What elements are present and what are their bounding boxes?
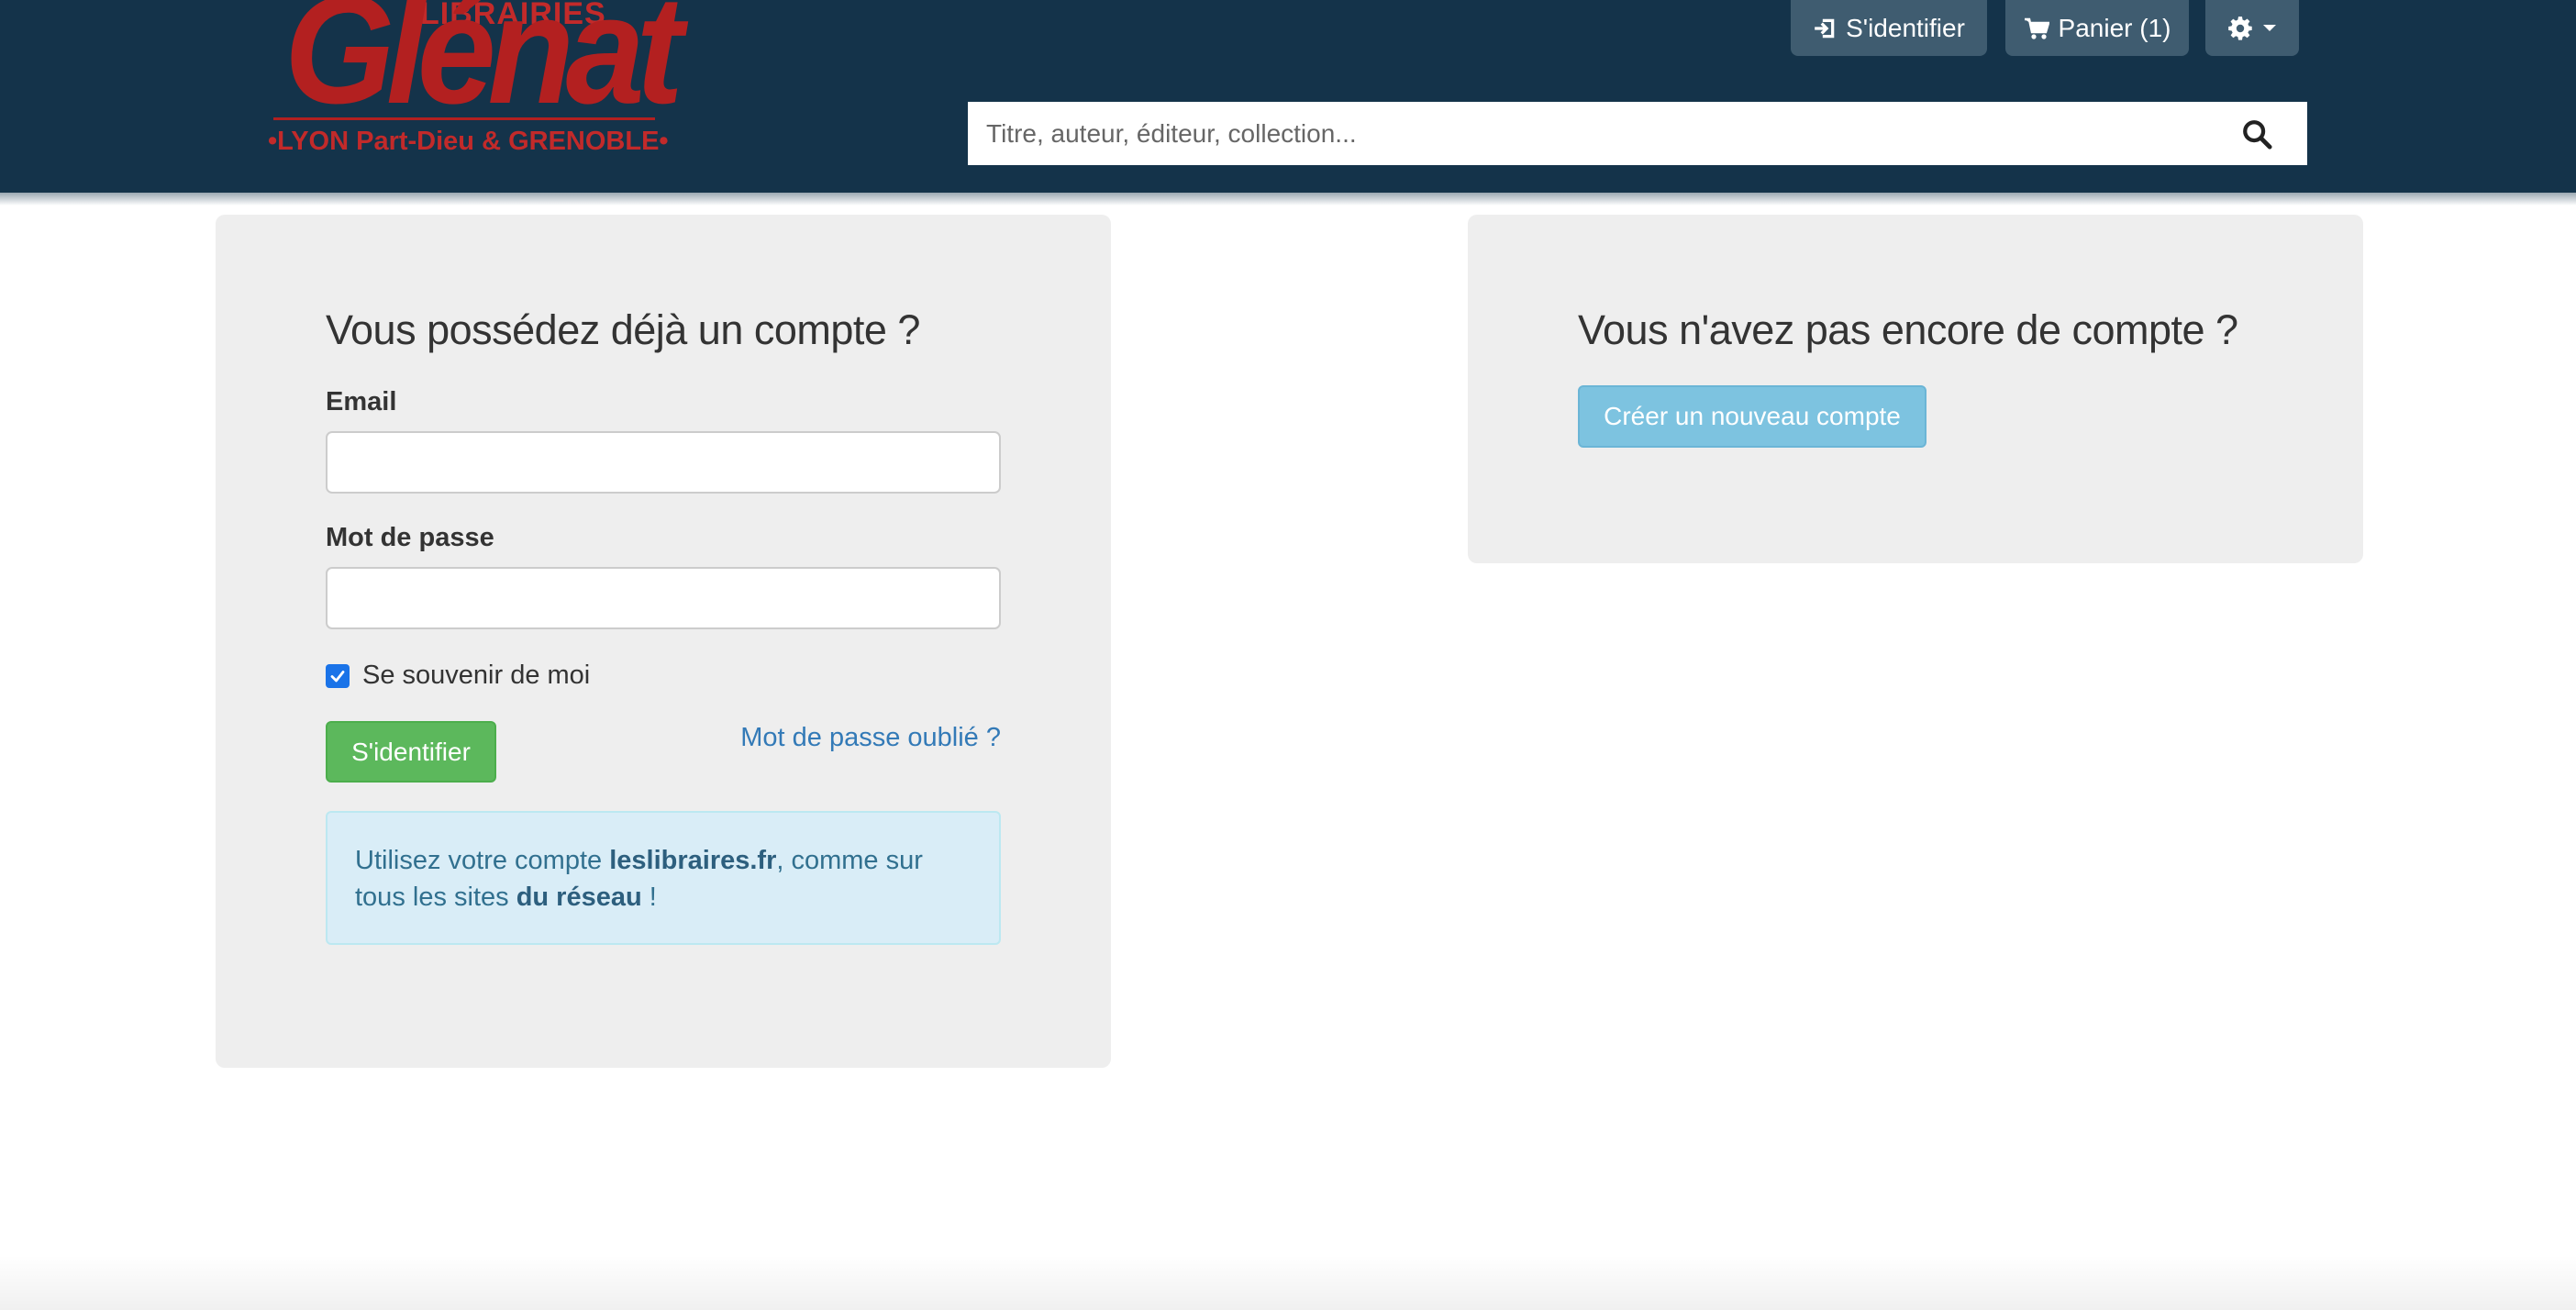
login-panel-title: Vous possédez déjà un compte ?	[326, 306, 920, 353]
logo-divider	[273, 117, 655, 120]
create-account-button[interactable]: Créer un nouveau compte	[1578, 385, 1926, 448]
header-shadow	[0, 189, 2576, 205]
remember-me-label: Se souvenir de moi	[362, 661, 591, 690]
info-text-3: !	[641, 883, 657, 912]
forgot-password-link[interactable]: Mot de passe oublié ?	[740, 723, 1001, 753]
gear-icon	[2228, 16, 2252, 40]
logo-subtitle: •LYON Part-Dieu & GRENOBLE•	[268, 127, 669, 156]
search-bar	[968, 102, 2307, 165]
cart-icon	[2024, 17, 2049, 39]
search-input[interactable]	[968, 105, 2197, 161]
site-logo[interactable]: LIBRAIRIES Glénat •LYON Part-Dieu & GREN…	[266, 0, 683, 163]
sign-in-icon	[1815, 18, 1835, 38]
header-cart-button[interactable]: Panier (1)	[2005, 0, 2189, 56]
footer-shadow	[0, 1255, 2576, 1310]
site-header: LIBRAIRIES Glénat •LYON Part-Dieu & GREN…	[0, 0, 2576, 193]
password-field[interactable]	[326, 567, 1001, 629]
login-submit-button[interactable]: S'identifier	[326, 721, 496, 783]
header-settings-button[interactable]	[2205, 0, 2299, 56]
password-label: Mot de passe	[326, 523, 494, 552]
info-text-1: Utilisez votre compte	[355, 846, 610, 875]
network-info-box: Utilisez votre compte leslibraires.fr, c…	[326, 811, 1001, 945]
register-panel-title: Vous n'avez pas encore de compte ?	[1578, 306, 2238, 353]
caret-down-icon	[2263, 24, 2276, 31]
remember-me: Se souvenir de moi	[326, 661, 590, 691]
email-field[interactable]	[326, 431, 1001, 494]
header-cart-label: Panier (1)	[2058, 13, 2171, 42]
header-login-label: S'identifier	[1846, 13, 1965, 42]
login-panel: Vous possédez déjà un compte ? Email Mot…	[216, 215, 1111, 1068]
info-network: du réseau	[516, 883, 642, 912]
logo-brand-text: Glénat	[284, 0, 683, 136]
search-icon[interactable]	[2241, 118, 2272, 150]
remember-me-checkbox[interactable]	[326, 663, 350, 688]
checkmark-icon	[330, 670, 345, 682]
header-login-button[interactable]: S'identifier	[1791, 0, 1987, 56]
info-site-name: leslibraires.fr	[609, 846, 777, 875]
email-label: Email	[326, 387, 397, 416]
register-panel: Vous n'avez pas encore de compte ? Créer…	[1468, 215, 2363, 563]
